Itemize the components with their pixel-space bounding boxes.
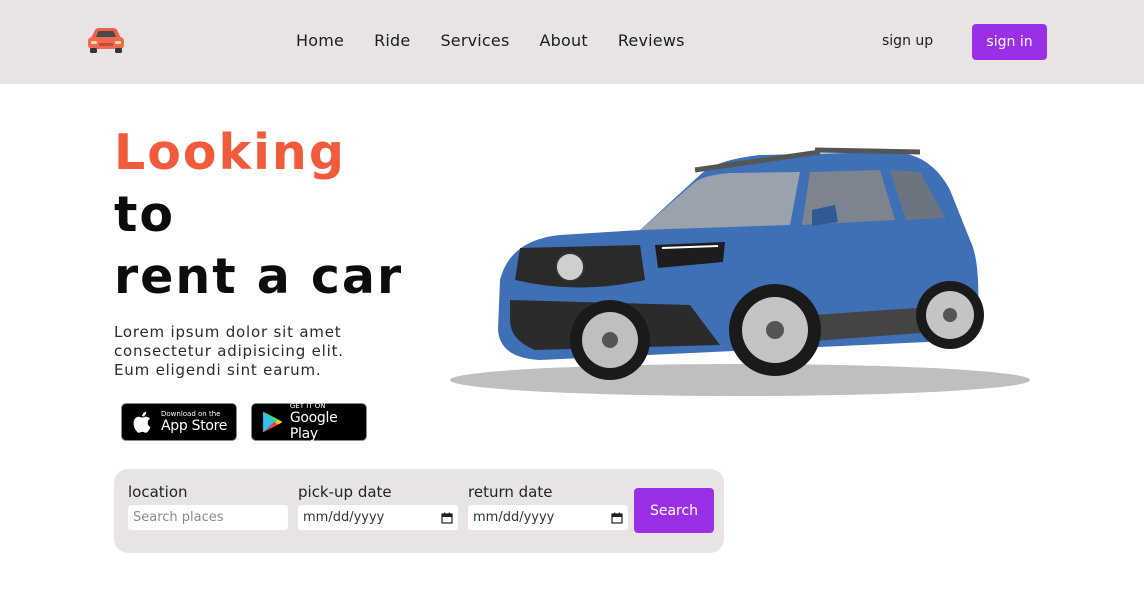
hero-title: Looking to rent a car: [114, 122, 403, 308]
app-store-big: App Store: [161, 418, 228, 434]
sign-in-button[interactable]: sign in: [972, 24, 1047, 60]
hero-title-line2: to: [114, 186, 176, 243]
car-logo-icon[interactable]: [85, 24, 127, 56]
app-store-text: Download on the App Store: [161, 410, 227, 434]
nav-about[interactable]: About: [540, 31, 588, 50]
search-button[interactable]: Search: [634, 488, 714, 533]
pickup-field: pick-up date mm/dd/yyyy: [298, 483, 458, 530]
hero-title-line3: rent a car: [114, 248, 404, 305]
calendar-icon[interactable]: [611, 512, 623, 524]
return-date-input[interactable]: mm/dd/yyyy: [468, 505, 628, 530]
return-date-value: mm/dd/yyyy: [473, 510, 555, 525]
location-label: location: [128, 483, 188, 501]
nav-reviews[interactable]: Reviews: [618, 31, 685, 50]
main-nav: Home Ride Services About Reviews: [296, 31, 685, 50]
return-label: return date: [468, 483, 553, 501]
car-image: [450, 147, 1030, 396]
nav-services[interactable]: Services: [440, 31, 509, 50]
nav-ride[interactable]: Ride: [374, 31, 410, 50]
apple-icon: [133, 411, 151, 433]
pickup-date-input[interactable]: mm/dd/yyyy: [298, 505, 458, 530]
calendar-icon[interactable]: [441, 512, 453, 524]
google-play-small: GET IT ON: [289, 402, 326, 410]
sign-up-link[interactable]: sign up: [882, 33, 933, 49]
hero-description: Lorem ipsum dolor sit amet consectetur a…: [114, 323, 344, 379]
pickup-date-value: mm/dd/yyyy: [303, 510, 385, 525]
google-play-badge[interactable]: GET IT ON Google Play: [251, 402, 367, 442]
google-play-icon: [263, 411, 283, 433]
hero-title-accent: Looking: [114, 124, 346, 181]
search-panel: location Search places pick-up date mm/d…: [114, 469, 724, 553]
site-header: Home Ride Services About Reviews sign up…: [0, 0, 1144, 84]
nav-home[interactable]: Home: [296, 31, 344, 50]
location-field: location Search places: [128, 483, 288, 530]
google-play-text: GET IT ON Google Play: [290, 402, 366, 442]
google-play-big: Google Play: [289, 410, 338, 442]
app-store-small: Download on the: [161, 410, 221, 418]
app-store-badge[interactable]: Download on the App Store: [121, 403, 237, 441]
pickup-label: pick-up date: [298, 483, 392, 501]
location-input[interactable]: Search places: [128, 505, 288, 530]
return-field: return date mm/dd/yyyy: [468, 483, 628, 530]
